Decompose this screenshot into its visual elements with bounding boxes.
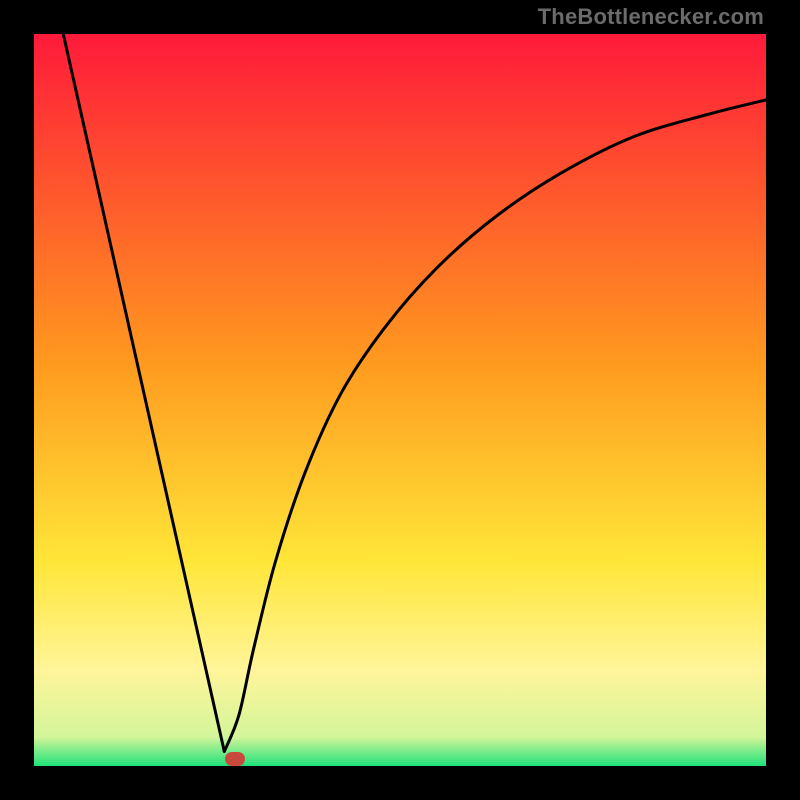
plot-area [34,34,766,766]
watermark: TheBottlenecker.com [538,4,764,30]
chart-frame: TheBottlenecker.com [0,0,800,800]
curve [34,34,766,766]
optimum-marker [225,752,245,766]
